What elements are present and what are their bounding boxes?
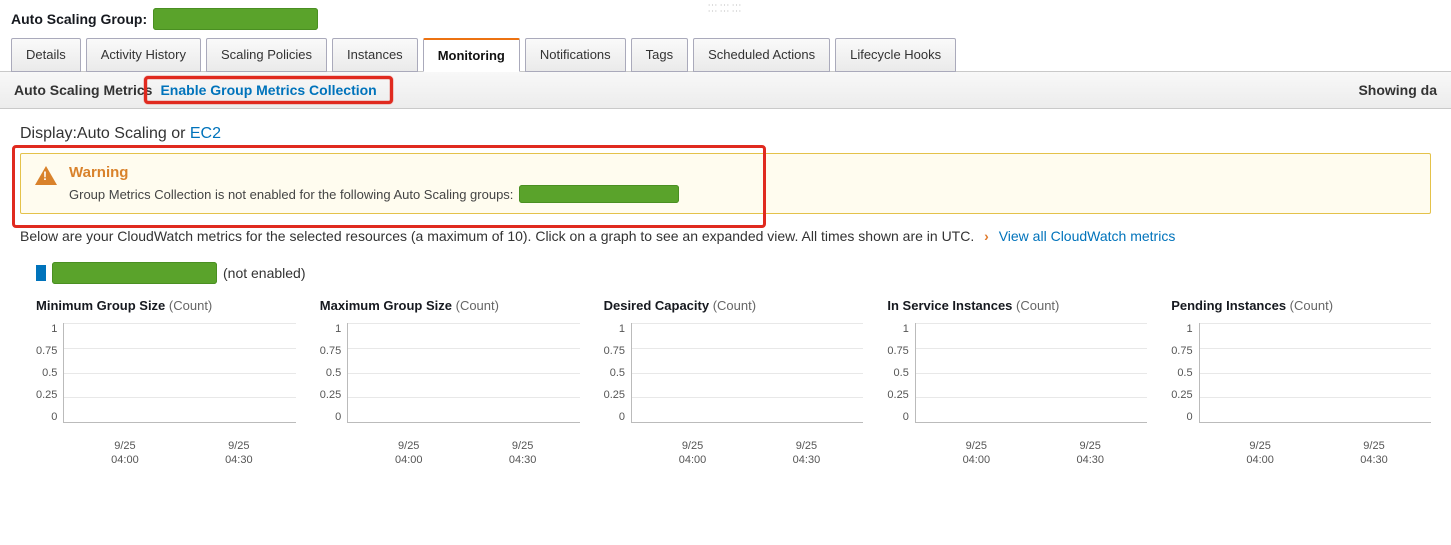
tab-scheduled-actions[interactable]: Scheduled Actions: [693, 38, 830, 72]
tab-scaling-policies[interactable]: Scaling Policies: [206, 38, 327, 72]
drag-grip-icon[interactable]: ⋯⋯⋯⋯⋯⋯: [708, 3, 744, 15]
warning-banner: Warning Group Metrics Collection is not …: [20, 153, 1431, 214]
chart-pending-instances[interactable]: Pending Instances (Count) 10.750.50.250 9/…: [1171, 298, 1431, 468]
chart-grid: [63, 323, 295, 423]
view-all-metrics-link[interactable]: View all CloudWatch metrics: [999, 228, 1176, 244]
warning-title: Warning: [69, 164, 679, 181]
legend-color-chip: [36, 265, 46, 281]
chart-plot-area[interactable]: 10.750.50.250: [320, 323, 580, 433]
info-line: Below are your CloudWatch metrics for th…: [20, 228, 1431, 244]
display-or: or: [167, 125, 190, 142]
chart-grid: [347, 323, 579, 423]
metrics-type-label: Auto Scaling Metrics: [14, 82, 152, 98]
group-name-redacted: [153, 8, 318, 30]
y-axis: 10.750.50.250: [320, 323, 347, 423]
tab-lifecycle-hooks[interactable]: Lifecycle Hooks: [835, 38, 956, 72]
enable-group-metrics-link[interactable]: Enable Group Metrics Collection: [152, 78, 384, 102]
monitoring-sub-bar: Auto Scaling Metrics Enable Group Metric…: [0, 71, 1451, 109]
display-current: Auto Scaling: [77, 125, 167, 142]
chart-plot-area[interactable]: 10.750.50.250: [887, 323, 1147, 433]
chart-title: Minimum Group Size (Count): [36, 298, 296, 313]
chart-title: Maximum Group Size (Count): [320, 298, 580, 313]
tab-details[interactable]: Details: [11, 38, 81, 72]
chart-grid: [915, 323, 1147, 423]
display-ec2-link[interactable]: EC2: [190, 125, 221, 142]
chart-plot-area[interactable]: 10.750.50.250: [1171, 323, 1431, 433]
y-axis: 10.750.50.250: [887, 323, 914, 423]
chart-in-service-instances[interactable]: In Service Instances (Count) 10.750.50.25…: [887, 298, 1147, 468]
chart-maximum-group-size[interactable]: Maximum Group Size (Count) 10.750.50.250 9…: [320, 298, 580, 468]
tab-bar: Details Activity History Scaling Policie…: [0, 38, 1451, 72]
panel-header-label: Auto Scaling Group:: [11, 11, 147, 27]
x-axis: 9/2504:009/2504:30: [887, 439, 1147, 468]
y-axis: 10.750.50.250: [1171, 323, 1198, 423]
display-prefix: Display:: [20, 125, 77, 142]
chart-plot-area[interactable]: 10.750.50.250: [36, 323, 296, 433]
warning-group-redacted: [519, 185, 679, 203]
chart-title: Pending Instances (Count): [1171, 298, 1431, 313]
chart-title: In Service Instances (Count): [887, 298, 1147, 313]
tab-monitoring[interactable]: Monitoring: [423, 38, 520, 72]
x-axis: 9/2504:009/2504:30: [604, 439, 864, 468]
display-selector: Display:Auto Scaling or EC2: [20, 125, 1431, 143]
info-text: Below are your CloudWatch metrics for th…: [20, 228, 974, 244]
tab-notifications[interactable]: Notifications: [525, 38, 626, 72]
x-axis: 9/2504:009/2504:30: [320, 439, 580, 468]
x-axis: 9/2504:009/2504:30: [36, 439, 296, 468]
chart-title: Desired Capacity (Count): [604, 298, 864, 313]
chart-plot-area[interactable]: 10.750.50.250: [604, 323, 864, 433]
tab-activity-history[interactable]: Activity History: [86, 38, 201, 72]
resource-name-redacted: [52, 262, 217, 284]
resource-status: (not enabled): [223, 265, 306, 281]
tab-tags[interactable]: Tags: [631, 38, 688, 72]
warning-message: Group Metrics Collection is not enabled …: [69, 187, 513, 202]
chart-grid: [1199, 323, 1431, 423]
y-axis: 10.750.50.250: [604, 323, 631, 423]
showing-data-label: Showing da: [1358, 82, 1437, 98]
chart-desired-capacity[interactable]: Desired Capacity (Count) 10.750.50.250 9/2…: [604, 298, 864, 468]
y-axis: 10.750.50.250: [36, 323, 63, 423]
tab-instances[interactable]: Instances: [332, 38, 418, 72]
charts-row: Minimum Group Size (Count) 10.750.50.250 9…: [20, 298, 1431, 468]
x-axis: 9/2504:009/2504:30: [1171, 439, 1431, 468]
chart-minimum-group-size[interactable]: Minimum Group Size (Count) 10.750.50.250 9…: [36, 298, 296, 468]
resource-legend: (not enabled): [36, 262, 1431, 284]
chart-grid: [631, 323, 863, 423]
warning-icon: [35, 166, 57, 185]
caret-icon: ›: [984, 228, 989, 244]
